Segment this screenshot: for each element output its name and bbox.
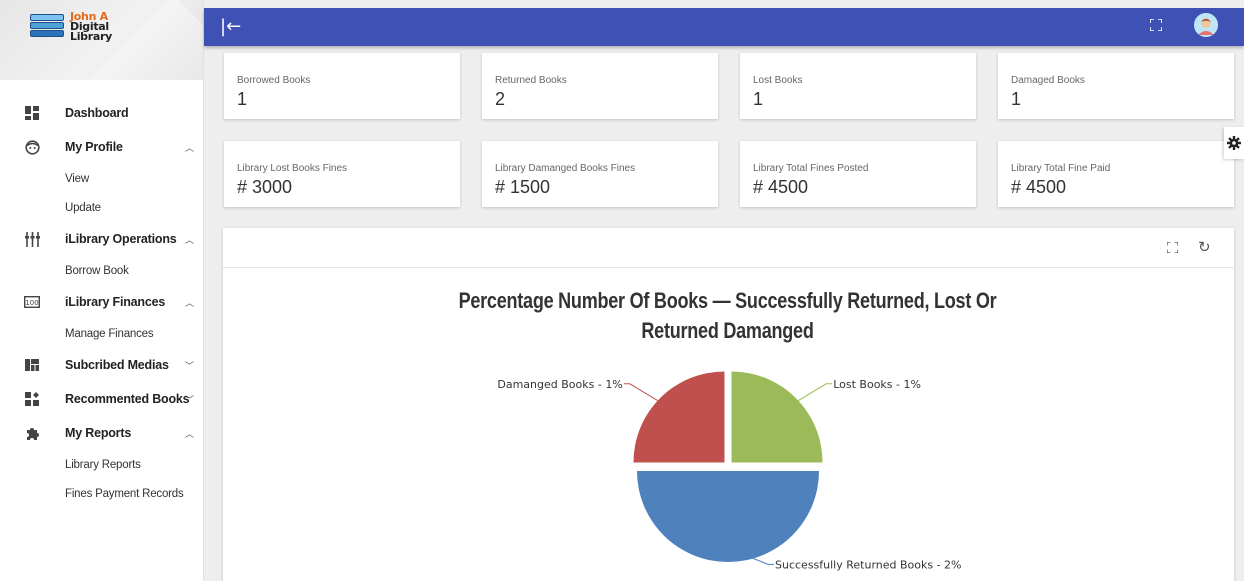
sidebar-item-label: My Reports [65,426,132,440]
chart-panel-header: ↻ [223,228,1234,268]
chevron-up-icon: ︿ [184,235,194,245]
chevron-down-icon: ﹀ [184,361,194,371]
sidebar-subitem-manage-finances[interactable]: Manage Finances [0,319,204,348]
sidebar-toggle-button[interactable]: |← [220,16,241,37]
view-quilt-icon [24,357,40,373]
sidebar-item-label: Recommented Books [65,392,190,406]
sidebar-item-my-reports[interactable]: My Reports ︿ [0,416,204,450]
stat-value: 1 [237,89,248,109]
chevron-down-icon: ﹀ [184,395,194,405]
chart-panel: ↻ Percentage Number Of Books — Successfu… [223,228,1234,581]
stat-value: # 1500 [495,177,551,197]
brand-text: John A Digital Library [70,11,112,43]
stat-title: Returned Books [495,75,567,86]
sidebar-subitem-borrow-book[interactable]: Borrow Book [0,256,204,285]
counter-icon: 100 [24,294,40,310]
user-avatar[interactable] [1194,13,1218,37]
stat-card-damaged-books[interactable]: Damaged Books 1 [998,53,1234,119]
tune-icon [24,231,40,247]
stat-card-total-fine-paid[interactable]: Library Total Fine Paid # 4500 [998,141,1234,207]
chart-title-line1: Percentage Number Of Books — Successfull… [458,288,997,313]
sidebar-nav: Dashboard My Profile ︿ View Update iLibr… [0,96,204,508]
sidebar-item-recommended-books[interactable]: Recommented Books ﹀ [0,382,204,416]
library-logo[interactable]: John A Digital Library [30,11,112,43]
refresh-icon[interactable]: ↻ [1198,238,1211,256]
pie-label: Lost Books - 1% [833,378,921,391]
stat-title: Borrowed Books [237,75,311,86]
pie-label: Damanged Books - 1% [497,378,622,391]
chart-title-line2: Returned Damanged [641,318,814,343]
sidebar-subitem-library-reports[interactable]: Library Reports [0,450,204,479]
stat-value: # 4500 [753,177,809,197]
top-app-bar: |← [204,8,1244,46]
chevron-up-icon: ︿ [184,298,194,308]
sidebar: John A Digital Library Dashboard My Prof… [0,0,204,581]
stat-card-damaged-books-fines[interactable]: Library Damanged Books Fines # 1500 [482,141,718,207]
stat-card-returned-books[interactable]: Returned Books 2 [482,53,718,119]
sidebar-item-ilibrary-finances[interactable]: 100 iLibrary Finances ︿ [0,285,204,319]
fullscreen-icon[interactable] [1150,19,1162,31]
pie-chart: Lost Books - 1% Successfully Returned Boo… [497,371,962,571]
books-logo-icon [30,12,66,42]
stat-title: Library Total Fine Paid [1011,163,1111,174]
stat-card-lost-books-fines[interactable]: Library Lost Books Fines # 3000 [224,141,460,207]
sidebar-subitem-update[interactable]: Update [0,193,204,222]
brand-line3: Library [70,30,112,43]
stat-value: 2 [495,89,506,109]
pie-slice[interactable] [633,371,725,463]
settings-gear-icon[interactable] [1224,127,1244,159]
sidebar-item-label: Dashboard [65,106,129,120]
stat-value: # 4500 [1011,177,1067,197]
stat-card-borrowed-books[interactable]: Borrowed Books 1 [224,53,460,119]
chart-title: Percentage Number Of Books — Successfull… [313,286,1142,346]
chevron-up-icon: ︿ [184,429,194,439]
pie-slice[interactable] [731,371,823,463]
stat-card-total-fines-posted[interactable]: Library Total Fines Posted # 4500 [740,141,976,207]
stat-value: 1 [1011,89,1022,109]
sidebar-item-dashboard[interactable]: Dashboard [0,96,204,130]
sidebar-item-my-profile[interactable]: My Profile ︿ [0,130,204,164]
stat-title: Library Lost Books Fines [237,163,348,174]
sidebar-item-label: My Profile [65,140,123,154]
stat-title: Lost Books [753,75,803,86]
brand-header: John A Digital Library [0,0,203,80]
pie-label: Successfully Returned Books - 2% [775,558,962,571]
svg-text:100: 100 [25,299,38,307]
stat-title: Library Damanged Books Fines [495,163,636,174]
pie-slice[interactable] [637,471,819,562]
stat-title: Damaged Books [1011,75,1085,86]
sidebar-item-label: Subcribed Medias [65,358,169,372]
sidebar-item-subscribed-medias[interactable]: Subcribed Medias ﹀ [0,348,204,382]
sidebar-subitem-fines-payment-records[interactable]: Fines Payment Records [0,479,204,508]
dashboard-icon [24,105,40,121]
sidebar-item-label: iLibrary Finances [65,295,166,309]
sidebar-item-ilibrary-operations[interactable]: iLibrary Operations ︿ [0,222,204,256]
avatar-face-icon [1194,13,1218,37]
sidebar-subitem-view[interactable]: View [0,164,204,193]
stat-value: 1 [753,89,764,109]
stat-value: # 3000 [237,177,293,197]
stat-title: Library Total Fines Posted [753,163,869,174]
extension-icon [24,425,40,441]
face-icon [24,139,40,155]
chevron-up-icon: ︿ [184,143,194,153]
panel-fullscreen-icon[interactable] [1167,242,1178,253]
widgets-icon [24,391,40,407]
sidebar-item-label: iLibrary Operations [65,232,177,246]
stat-card-lost-books[interactable]: Lost Books 1 [740,53,976,119]
